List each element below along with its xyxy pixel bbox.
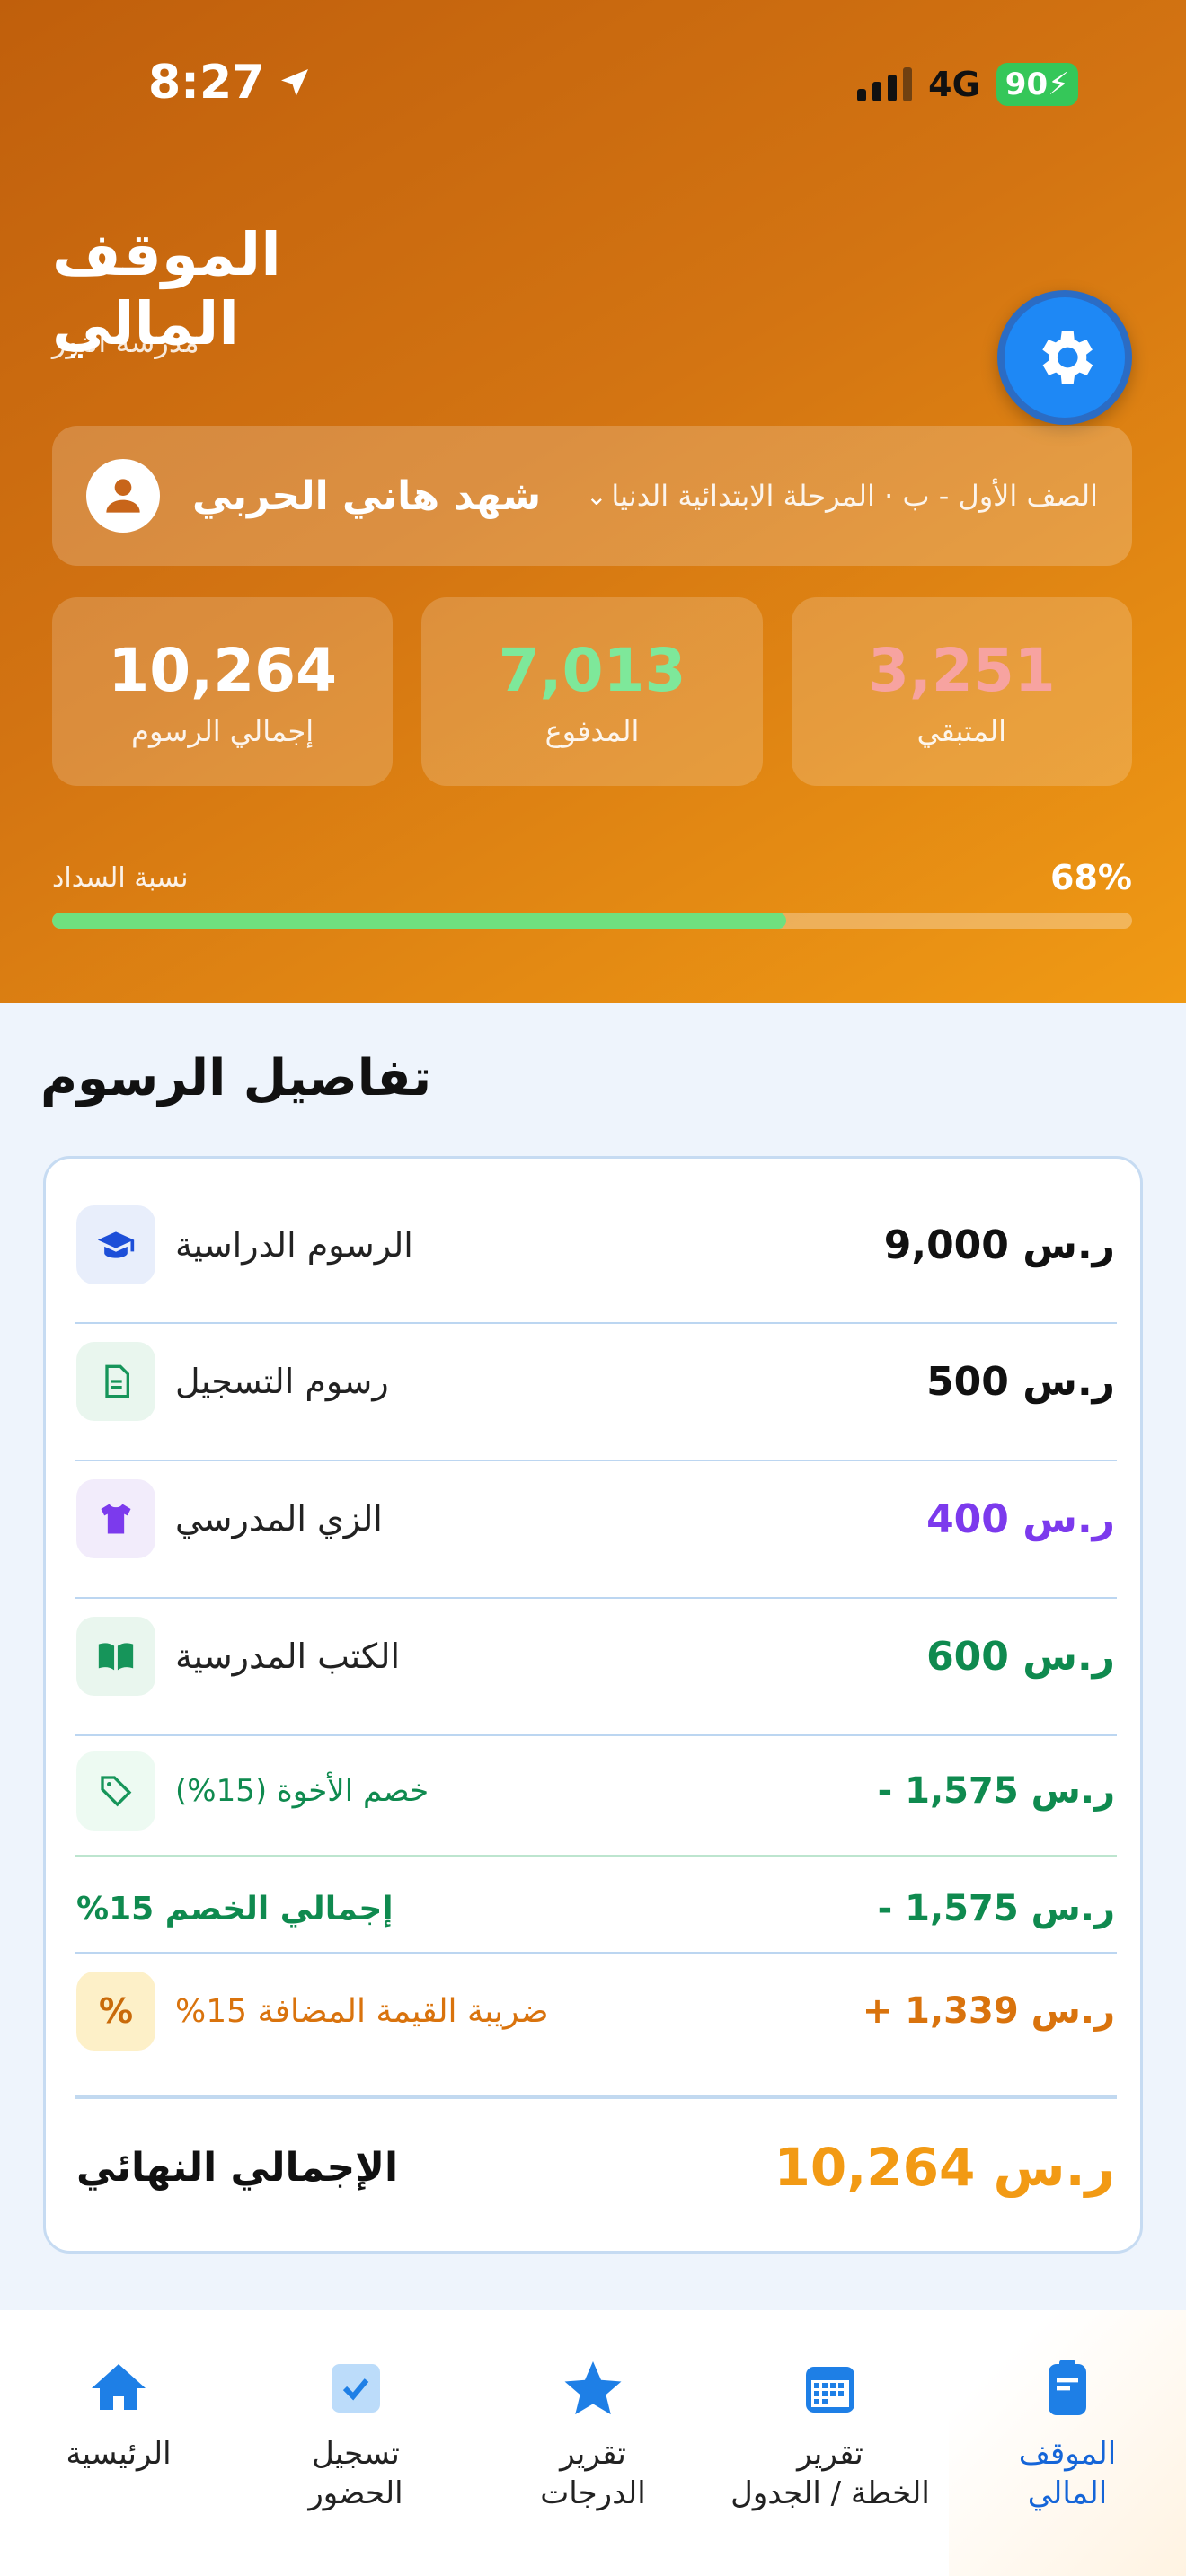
stat-paid-label: المدفوع [544, 713, 640, 748]
fee-label: الكتب المدرسية [175, 1636, 401, 1676]
stat-paid-value: 7,013 [498, 635, 686, 705]
stat-remaining-label: المتبقي [916, 713, 1006, 748]
divider [75, 1322, 1117, 1324]
fee-row: رسوم التسجيل 500 ر.س [76, 1342, 1115, 1421]
fee-row: الرسوم الدراسية 9,000 ر.س [76, 1205, 1115, 1284]
total-discount-row: إجمالي الخصم 15% - 1,575 ر.س [76, 1877, 1115, 1940]
stat-total: 10,264 إجمالي الرسوم [52, 597, 394, 786]
home-icon [86, 2353, 151, 2423]
chevron-down-icon: ⌄ [586, 481, 607, 511]
student-selector[interactable]: شهد هاني الحربي ⌄ الصف الأول - ب · المرح… [52, 426, 1132, 566]
progress-fill [52, 913, 787, 929]
divider [75, 2095, 1117, 2099]
shirt-icon [76, 1479, 155, 1558]
signal-icon [857, 67, 913, 101]
progress-bar [52, 913, 1132, 929]
nav-item-finance[interactable]: الموقف المالي [949, 2310, 1186, 2576]
stat-remaining-value: 3,251 [867, 635, 1056, 705]
fee-amount: 500 ر.س [926, 1358, 1115, 1405]
stat-remaining: 3,251 المتبقي [791, 597, 1132, 786]
total-discount-label: إجمالي الخصم 15% [76, 1890, 394, 1928]
final-total-row: الإجمالي النهائي 10,264 ر.س [76, 2127, 1115, 2208]
final-total-label: الإجمالي النهائي [76, 2144, 399, 2191]
divider [75, 1855, 1117, 1857]
checkbox-icon [323, 2353, 388, 2423]
fee-row: الكتب المدرسية 600 ر.س [76, 1617, 1115, 1696]
divider [75, 1952, 1117, 1954]
settings-button[interactable] [997, 290, 1132, 425]
student-class: الصف الأول - ب · المرحلة الابتدائية الدن… [611, 479, 1098, 513]
fee-label: الرسوم الدراسية [175, 1225, 413, 1265]
fees-card: الرسوم الدراسية 9,000 ر.س رسوم التسجيل 5… [43, 1156, 1143, 2254]
location-arrow-icon [281, 69, 309, 96]
status-time: 8:27 [148, 56, 313, 110]
nav-label: الرئيسية [66, 2436, 172, 2472]
sibling-discount-row: خصم الأخوة (15%) - 1,575 ر.س [76, 1751, 1115, 1831]
nav-item-grades[interactable]: تقرير الدرجات [474, 2310, 712, 2576]
calendar-icon [798, 2353, 863, 2423]
fee-amount: 9,000 ر.س [883, 1222, 1115, 1268]
divider [75, 1734, 1117, 1736]
section-title: تفاصيل الرسوم [40, 1049, 432, 1107]
payment-progress-header: نسبة السداد 68% [52, 858, 1132, 897]
nav-label: الموقف المالي [1018, 2436, 1117, 2512]
nav-item-schedule[interactable]: تقرير الخطة / الجدول [712, 2310, 949, 2576]
final-total-amount: 10,264 ر.س [774, 2137, 1115, 2198]
network-label: 4G [928, 65, 980, 104]
bottom-nav: الرئيسية تسجيل الحضور تقرير الدرجات تقري… [0, 2310, 1186, 2576]
student-name: شهد هاني الحربي [192, 472, 542, 519]
stat-paid: 7,013 المدفوع [421, 597, 763, 786]
battery-level: 90 [1005, 66, 1049, 102]
progress-label: نسبة السداد [52, 861, 189, 894]
star-icon [561, 2353, 625, 2423]
stat-total-value: 10,264 [108, 635, 337, 705]
nav-item-attendance[interactable]: تسجيل الحضور [237, 2310, 474, 2576]
fee-amount: 600 ر.س [926, 1633, 1115, 1680]
nav-label: تسجيل الحضور [308, 2436, 403, 2512]
percent-icon: % [76, 1972, 155, 2051]
user-icon [106, 479, 140, 513]
total-discount-amount: - 1,575 ر.س [877, 1888, 1115, 1929]
status-indicators: 4G 90 ⚡ [857, 63, 1078, 106]
document-icon [76, 1342, 155, 1421]
battery-icon: 90 ⚡ [996, 63, 1078, 106]
book-icon [76, 1617, 155, 1696]
nav-item-home[interactable]: الرئيسية [0, 2310, 237, 2576]
tag-icon [76, 1751, 155, 1831]
stat-total-label: إجمالي الرسوم [131, 713, 314, 748]
fee-amount: 400 ر.س [926, 1495, 1115, 1542]
fee-label: الزي المدرسي [175, 1499, 383, 1539]
divider [75, 1460, 1117, 1461]
status-time-text: 8:27 [148, 56, 265, 110]
vat-label: ضريبة القيمة المضافة 15% [175, 1992, 549, 2030]
vat-amount: + 1,339 ر.س [862, 1990, 1115, 2032]
fee-label: رسوم التسجيل [175, 1362, 389, 1401]
avatar [86, 459, 160, 533]
fee-row: الزي المدرسي 400 ر.س [76, 1479, 1115, 1558]
school-name: مدرسة النور [52, 325, 199, 359]
gear-icon [1042, 331, 1093, 384]
divider [75, 1597, 1117, 1599]
nav-label: تقرير الدرجات [540, 2436, 646, 2512]
vat-row: % ضريبة القيمة المضافة 15% + 1,339 ر.س [76, 1972, 1115, 2051]
sibling-discount-amount: - 1,575 ر.س [877, 1770, 1115, 1812]
graduation-cap-icon [76, 1205, 155, 1284]
stats-row: 10,264 إجمالي الرسوم 7,013 المدفوع 3,251… [52, 597, 1132, 786]
progress-percent: 68% [1050, 858, 1132, 897]
sibling-discount-label: خصم الأخوة (15%) [175, 1773, 429, 1809]
clipboard-icon [1035, 2353, 1100, 2423]
nav-label: تقرير الخطة / الجدول [730, 2436, 930, 2512]
